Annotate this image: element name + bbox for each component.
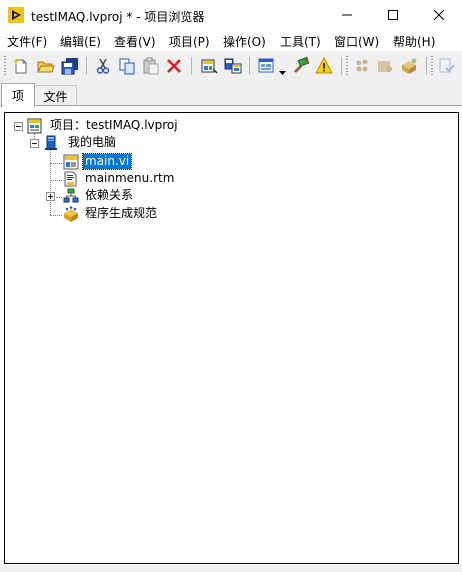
tab-strip: 项 文件 (0, 82, 462, 107)
project-icon (27, 118, 43, 134)
toolbar (0, 51, 462, 81)
build-spec-icon (400, 57, 418, 75)
paste-icon[interactable] (142, 57, 160, 75)
menu-help[interactable]: 帮助(H) (393, 33, 435, 50)
cut-icon[interactable] (94, 57, 112, 75)
project-tree[interactable]: 项目：testIMAQ.lvproj 我的电脑 main.vi mainmenu… (4, 112, 459, 564)
menu-project[interactable]: 项目(P) (169, 33, 210, 50)
delete-icon[interactable] (165, 57, 183, 75)
menu-file[interactable]: 文件(F) (7, 33, 47, 50)
tree-item-my-computer[interactable]: 我的电脑 (66, 135, 118, 150)
expand-icon[interactable] (46, 192, 55, 201)
save-project-icon[interactable] (224, 57, 242, 75)
open-icon[interactable] (37, 57, 55, 75)
add-folder-icon (376, 57, 394, 75)
warning-icon[interactable] (315, 56, 333, 75)
toolbar-separator (341, 57, 342, 75)
add-file-icon (353, 57, 371, 75)
tree-item-mainmenu[interactable]: mainmenu.rtm (83, 171, 176, 186)
menu-edit[interactable]: 编辑(E) (60, 33, 101, 50)
tree-item-dependencies[interactable]: 依赖关系 (83, 188, 135, 203)
close-button[interactable] (416, 0, 462, 31)
tree-connector (50, 163, 62, 164)
tree-connector (50, 180, 62, 181)
window-title: testIMAQ.lvproj * - 项目浏览器 (31, 10, 205, 24)
tab-files[interactable]: 文件 (35, 85, 77, 106)
collapse-icon[interactable] (30, 139, 39, 148)
tab-items[interactable]: 项 (1, 83, 35, 107)
new-icon[interactable] (12, 57, 30, 75)
tree-item-build-specs[interactable]: 程序生成规范 (83, 206, 159, 221)
toolbar-grip[interactable] (431, 56, 433, 76)
rtm-file-icon (63, 171, 79, 187)
menu-bar: 文件(F) 编辑(E) 查看(V) 项目(P) 操作(O) 工具(T) 窗口(W… (0, 31, 462, 51)
menu-operate[interactable]: 操作(O) (223, 33, 266, 50)
status-strip (0, 565, 462, 572)
toolbar-grip[interactable] (4, 56, 6, 76)
minimize-icon (342, 9, 352, 23)
toolbar-separator (249, 57, 250, 75)
title-bar: testIMAQ.lvproj * - 项目浏览器 (0, 0, 462, 31)
labview-app-icon (8, 7, 24, 23)
build-icon[interactable] (292, 56, 310, 75)
project-panel: 项目：testIMAQ.lvproj 我的电脑 main.vi mainmenu… (0, 105, 462, 566)
maximize-button[interactable] (370, 0, 416, 31)
close-icon (433, 9, 445, 23)
menu-window[interactable]: 窗口(W) (334, 33, 379, 50)
dependencies-icon (63, 188, 79, 204)
menu-view[interactable]: 查看(V) (114, 33, 156, 50)
minimize-button[interactable] (324, 0, 370, 31)
computer-icon (44, 135, 60, 151)
tree-connector (56, 197, 62, 198)
tree-connector (50, 215, 62, 216)
save-all-icon[interactable] (61, 57, 79, 75)
copy-icon[interactable] (118, 57, 136, 75)
collapse-icon[interactable] (14, 122, 23, 131)
toolbar-separator (86, 57, 87, 75)
tree-item-project[interactable]: 项目：testIMAQ.lvproj (48, 118, 180, 133)
toolbar-separator (426, 57, 427, 75)
project-settings-icon[interactable] (200, 57, 218, 75)
tree-item-main-vi[interactable]: main.vi (81, 153, 133, 170)
toolbar-grip[interactable] (346, 56, 348, 76)
toolbar-separator (191, 57, 192, 75)
menu-tools[interactable]: 工具(T) (280, 33, 321, 50)
build-spec-icon (63, 206, 79, 222)
maximize-icon (388, 9, 398, 23)
chevron-down-icon[interactable] (279, 64, 286, 78)
tree-connector (50, 147, 51, 215)
view-dropdown-icon[interactable] (258, 57, 276, 75)
source-control-icon (438, 57, 456, 75)
vi-icon (63, 154, 79, 170)
